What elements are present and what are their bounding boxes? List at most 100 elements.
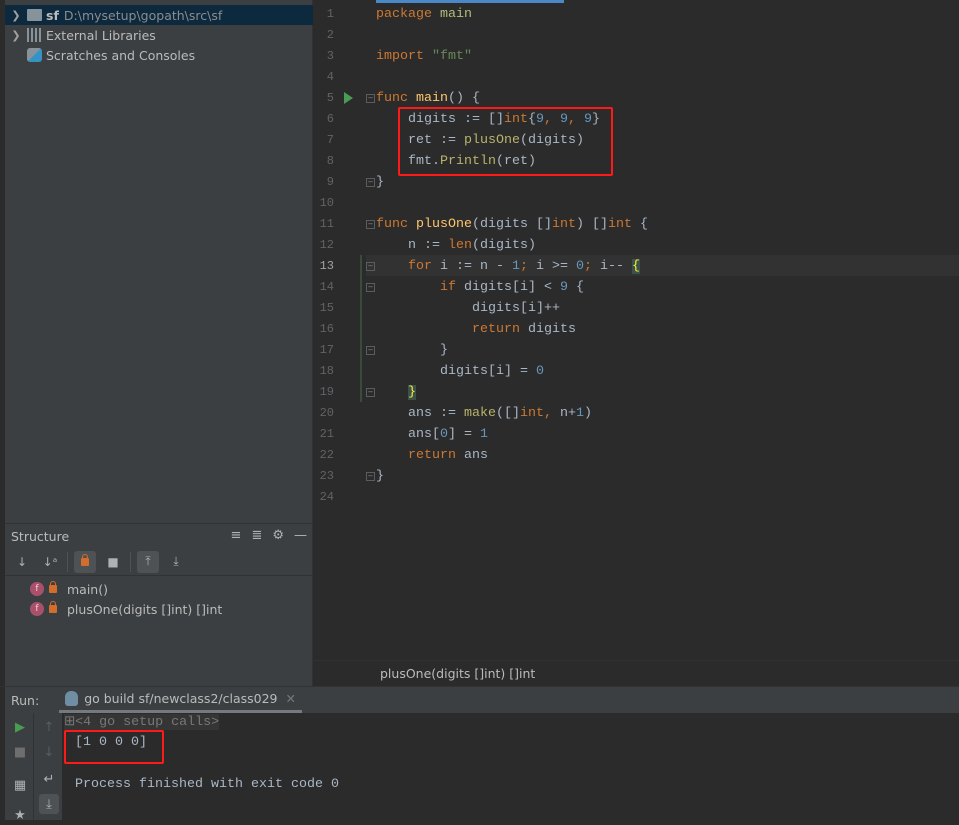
gear-icon[interactable]: ⚙ [272, 528, 284, 543]
divider [67, 551, 68, 572]
code-line[interactable]: n := len(digits) [376, 235, 536, 256]
expand-all-icon[interactable]: ≡ [231, 528, 242, 543]
run-gutter-icon[interactable] [344, 92, 353, 104]
group-folder-icon[interactable]: ■ [102, 551, 124, 573]
code-line[interactable]: import "fmt" [376, 46, 472, 67]
run-panel: Run: go build sf/newclass2/class029 ✕ ▶ … [0, 686, 959, 823]
fold-icon[interactable]: − [366, 283, 375, 292]
breadcrumb[interactable]: plusOne(digits []int) []int [314, 660, 959, 686]
code-token: } [376, 469, 384, 484]
chevron-right-icon[interactable]: ❯ [5, 9, 27, 22]
code-line[interactable]: } [376, 466, 384, 487]
line-number: 15 [319, 301, 334, 315]
code-line[interactable]: return ans [376, 445, 488, 466]
run-tab[interactable]: go build sf/newclass2/class029 ✕ [59, 687, 302, 713]
soft-wrap-icon[interactable]: ↵ [39, 769, 59, 789]
autoscroll-from-source-icon[interactable]: ⤓ [165, 551, 187, 573]
rerun-icon[interactable]: ▶ [10, 717, 30, 737]
structure-header: Structure ≡ ≣ ⚙ — [5, 523, 313, 548]
code-token: i-- [591, 259, 632, 274]
code-line[interactable]: func main() { [376, 88, 480, 109]
fold-icon[interactable]: − [366, 220, 375, 229]
function-icon: f [30, 582, 44, 596]
minimize-icon[interactable]: — [294, 528, 307, 543]
line-number: 22 [319, 448, 334, 462]
autoscroll-to-source-icon[interactable]: ⤒ [137, 550, 159, 573]
vcs-change-marker [360, 255, 362, 402]
function-icon: f [30, 602, 44, 616]
up-arrow-icon[interactable]: ↑ [39, 717, 59, 737]
stop-icon[interactable]: ■ [10, 742, 30, 762]
code-token: ; [583, 259, 592, 274]
code-line[interactable]: package main [376, 4, 472, 25]
code-token: 9 [559, 280, 568, 295]
code-editor[interactable]: 1 package main 2 3 import "fmt" 4 5− func main(… [314, 0, 959, 660]
code-token: , [543, 406, 560, 421]
line-number: 6 [326, 112, 334, 126]
show-private-icon[interactable] [74, 550, 96, 573]
pin-icon[interactable]: ★ [10, 805, 30, 825]
line-number: 16 [319, 322, 334, 336]
code-token: digits [519, 322, 576, 337]
tree-item-sf[interactable]: ❯ sf D:\mysetup\gopath\src\sf [5, 5, 313, 25]
tree-item-external-libraries[interactable]: ❯ External Libraries [5, 25, 313, 45]
structure-item-plusone[interactable]: f plusOne(digits []int) []int [30, 599, 222, 619]
fold-icon[interactable]: − [366, 472, 375, 481]
code-line[interactable]: if digits[i] < 9 { [376, 277, 584, 298]
code-token: } [408, 385, 416, 400]
code-line[interactable]: digits[i]++ [376, 298, 560, 319]
code-token: i := n - [432, 259, 512, 274]
scroll-to-end-icon[interactable]: ⤓ [39, 794, 59, 814]
line-number: 1 [326, 7, 334, 21]
code-line[interactable]: ans := make([]int, n+1) [376, 403, 592, 424]
line-number: 11 [319, 217, 334, 231]
line-number: 7 [326, 133, 334, 147]
code-line[interactable]: digits[i] = 0 [376, 361, 544, 382]
line-number: 14 [319, 280, 334, 294]
code-token: plusOne [416, 217, 472, 232]
fold-icon[interactable]: ⊞ [64, 715, 75, 730]
sort-by-visibility-icon[interactable]: ↓ [11, 551, 33, 573]
structure-item-main[interactable]: f main() [30, 579, 108, 599]
fold-icon[interactable]: − [366, 388, 375, 397]
fold-icon[interactable]: − [366, 178, 375, 187]
console-folded-lines[interactable]: ⊞<4 go setup calls> [64, 714, 220, 730]
run-header: Run: go build sf/newclass2/class029 ✕ [5, 687, 959, 713]
code-line[interactable]: ans[0] = 1 [376, 424, 488, 445]
fold-icon[interactable]: − [366, 94, 375, 103]
fold-icon[interactable]: − [366, 262, 375, 271]
code-line[interactable]: } [376, 172, 384, 193]
code-token: 0 [535, 364, 544, 379]
line-number: 20 [319, 406, 334, 420]
code-line[interactable]: func plusOne(digits []int) []int { [376, 214, 648, 235]
folded-label: <4 go setup calls> [75, 715, 220, 730]
code-token: ) [583, 406, 592, 421]
code-token: ans := [376, 406, 464, 421]
structure-title: Structure [11, 528, 70, 544]
code-token: { [631, 259, 640, 274]
code-line[interactable]: return digits [376, 319, 576, 340]
code-line[interactable]: } [376, 340, 448, 361]
code-token: 1 [575, 406, 584, 421]
console-exit-message: Process finished with exit code 0 [75, 777, 339, 792]
code-token: ([] [495, 406, 520, 421]
code-line[interactable]: } [376, 382, 416, 403]
code-token: { [567, 280, 584, 295]
fold-icon[interactable]: − [366, 346, 375, 355]
sort-alpha-icon[interactable]: ↓ᵃ [39, 551, 61, 573]
divider [130, 551, 131, 572]
layout-icon[interactable]: ▦ [10, 775, 30, 795]
chevron-right-icon[interactable]: ❯ [5, 29, 27, 42]
code-token: digits[i] = [376, 364, 536, 379]
collapse-all-icon[interactable]: ≣ [251, 528, 262, 543]
tree-label: Scratches and Consoles [46, 47, 196, 63]
down-arrow-icon[interactable]: ↓ [39, 742, 59, 762]
tree-item-scratches[interactable]: Scratches and Consoles [5, 45, 313, 65]
code-token: ans[ [376, 427, 440, 442]
breadcrumb-item[interactable]: plusOne(digits []int) []int [380, 666, 535, 681]
code-token: digits[i] < [456, 280, 560, 295]
close-icon[interactable]: ✕ [286, 691, 296, 706]
code-token: n+ [559, 406, 576, 421]
code-line[interactable]: for i := n - 1; i >= 0; i-- { [376, 256, 640, 277]
